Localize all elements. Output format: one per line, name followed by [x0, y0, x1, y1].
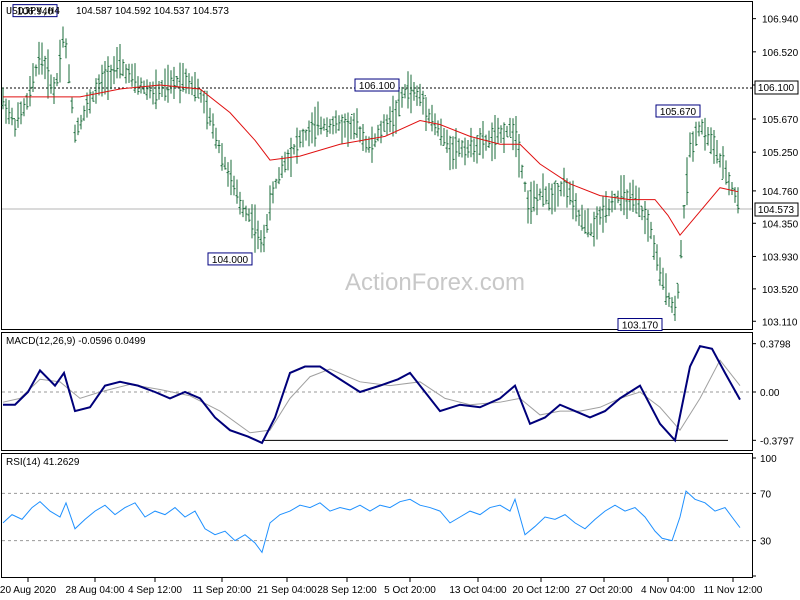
price-tick-label: 103.520	[762, 285, 799, 296]
macd-title: MACD(12,26,9) -0.0596 0.0499	[6, 336, 146, 347]
macd-tick-label: 0.00	[760, 388, 780, 399]
time-tick-label: 27 Oct 20:00	[575, 585, 633, 596]
rsi-tick-label: 100	[760, 454, 777, 465]
time-tick-label: 21 Sep 04:00	[257, 585, 317, 596]
current-price-badge-text: 104.573	[758, 205, 795, 216]
price-tick-label: 105.250	[762, 148, 799, 159]
price-tick-label: 104.760	[762, 187, 799, 198]
price-tick-label: 106.940	[762, 15, 799, 26]
price-tick-label: 105.670	[762, 115, 799, 126]
rsi-tick-label: 70	[760, 489, 772, 500]
macd-tick-label: -0.3797	[760, 436, 794, 447]
price-axis: 106.940 106.520 106.100 105.670 105.250 104.7…	[752, 15, 799, 328]
symbol-title: USDJPY,H4	[6, 6, 60, 17]
time-tick-label: 4 Sep 12:00	[128, 585, 182, 596]
chart-canvas: ActionForex.com 106.940 106.520 106.100 105…	[0, 1, 799, 596]
rsi-title: RSI(14) 41.2629	[6, 457, 80, 468]
time-tick-label: 11 Sep 20:00	[193, 585, 252, 596]
price-tick-label: 104.350	[762, 219, 799, 230]
price-tick-label: 103.930	[762, 252, 799, 263]
price-tick-label: 103.110	[762, 317, 798, 328]
time-tick-label: 20 Oct 12:00	[512, 585, 570, 596]
time-tick-label: 5 Oct 20:00	[384, 585, 436, 596]
time-tick-label: 28 Aug 04:00	[66, 585, 125, 596]
time-axis: 20 Aug 2020 28 Aug 04:00 4 Sep 12:00 11 Sep…	[0, 578, 763, 596]
time-tick-label: 20 Aug 2020	[0, 585, 57, 596]
time-tick-label: 28 Sep 12:00	[317, 585, 377, 596]
rsi-panel	[1, 453, 753, 578]
time-tick-label: 4 Nov 04:00	[641, 585, 695, 596]
annotation-label: 105.670	[660, 107, 697, 118]
annotation-label: 103.170	[622, 321, 659, 332]
price-106100-badge-text: 106.100	[758, 83, 795, 94]
rsi-tick-label: 30	[760, 537, 772, 548]
watermark: ActionForex.com	[345, 269, 525, 296]
macd-tick-label: 0.3798	[760, 340, 791, 351]
annotation-label: 106.100	[359, 81, 396, 92]
time-tick-label: 11 Nov 12:00	[704, 585, 763, 596]
time-tick-label: 13 Oct 04:00	[449, 585, 507, 596]
annotation-label: 104.000	[212, 255, 249, 266]
ohlc-header: 104.587 104.592 104.537 104.573	[76, 6, 229, 17]
price-tick-label: 106.520	[762, 48, 799, 59]
